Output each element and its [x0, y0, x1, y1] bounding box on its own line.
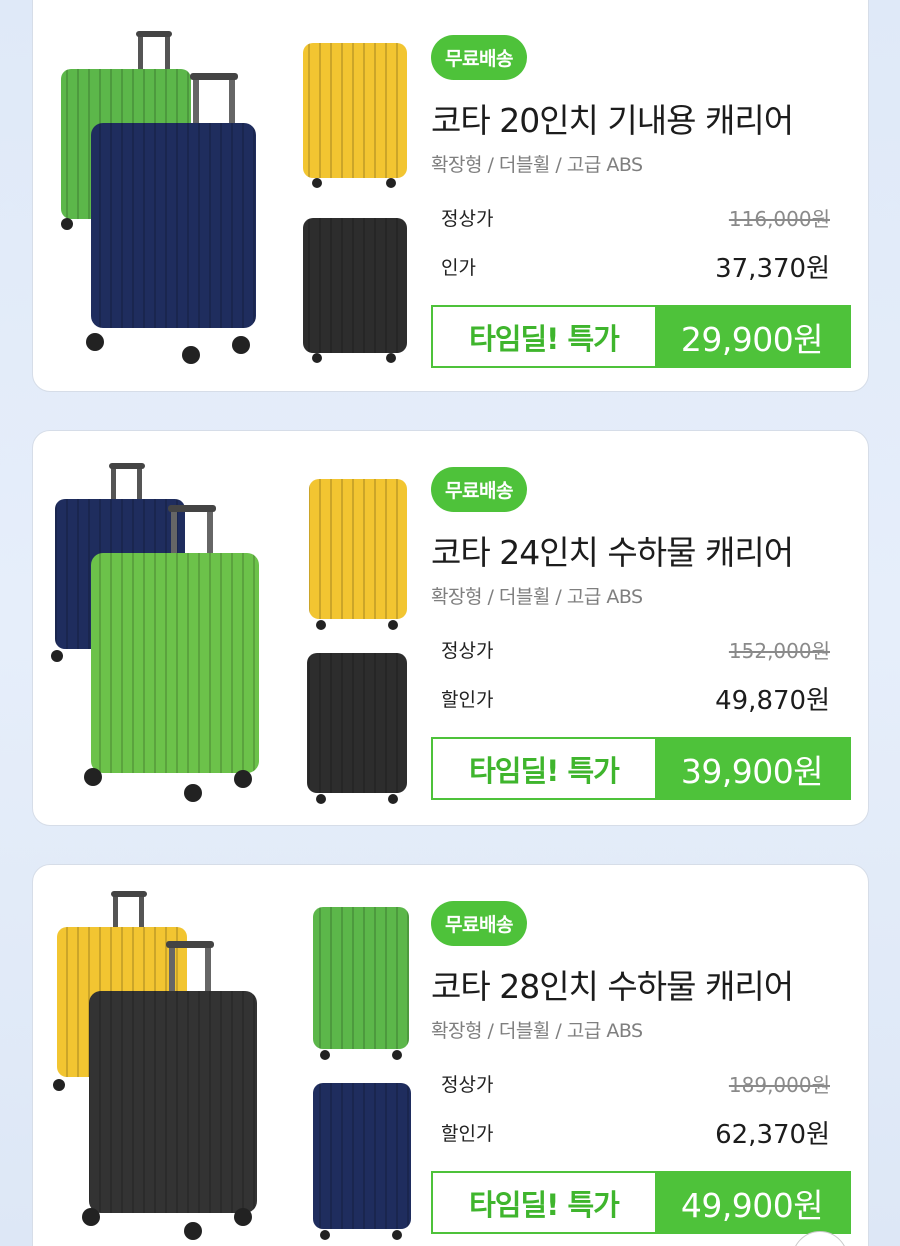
product-card[interactable]: 무료배송 코타 24인치 수하물 캐리어 확장형 / 더블휠 / 고급 ABS …: [32, 430, 869, 826]
product-image[interactable]: [33, 865, 423, 1246]
time-deal-price: 29,900원: [655, 307, 849, 366]
product-spec: 확장형 / 더블휠 / 고급 ABS: [431, 1020, 643, 1042]
product-image[interactable]: [33, 0, 423, 391]
free-shipping-badge: 무료배송: [431, 467, 527, 512]
regular-price-label: 정상가: [441, 640, 494, 662]
time-deal-button[interactable]: 타임딜! 특가 49,900원: [431, 1171, 851, 1234]
product-title[interactable]: 코타 28인치 수하물 캐리어: [431, 960, 848, 1008]
time-deal-price: 49,900원: [655, 1173, 849, 1232]
sale-price: 49,870원: [715, 686, 830, 716]
regular-price: 152,000원: [728, 639, 830, 663]
suitcase-illustration-icon: [61, 31, 407, 364]
time-deal-label: 타임딜! 특가: [433, 1173, 655, 1232]
product-title[interactable]: 코타 20인치 기내용 캐리어: [431, 94, 848, 142]
product-card[interactable]: 무료배송 코타 28인치 수하물 캐리어 확장형 / 더블휠 / 고급 ABS …: [32, 864, 869, 1246]
product-title[interactable]: 코타 24인치 수하물 캐리어: [431, 526, 848, 574]
time-deal-label: 타임딜! 특가: [433, 307, 655, 366]
product-spec: 확장형 / 더블휠 / 고급 ABS: [431, 586, 643, 608]
regular-price-row: 정상가 152,000원: [431, 635, 848, 664]
suitcase-illustration-icon: [51, 463, 407, 804]
sale-price-label: 할인가: [441, 689, 494, 711]
time-deal-label: 타임딜! 특가: [433, 739, 655, 798]
sale-price-row: 인가 37,370원: [431, 248, 848, 285]
product-spec: 확장형 / 더블휠 / 고급 ABS: [431, 154, 643, 176]
time-deal-button[interactable]: 타임딜! 특가 39,900원: [431, 737, 851, 800]
product-info: 무료배송 코타 20인치 기내용 캐리어 확장형 / 더블휠 / 고급 ABS …: [431, 35, 851, 368]
sale-price-label: 인가: [441, 257, 476, 279]
regular-price-label: 정상가: [441, 208, 494, 230]
regular-price: 189,000원: [728, 1073, 830, 1097]
product-info: 무료배송 코타 28인치 수하물 캐리어 확장형 / 더블휠 / 고급 ABS …: [431, 901, 851, 1234]
product-card[interactable]: 무료배송 코타 20인치 기내용 캐리어 확장형 / 더블휠 / 고급 ABS …: [32, 0, 869, 392]
regular-price-row: 정상가 189,000원: [431, 1069, 848, 1098]
regular-price-label: 정상가: [441, 1074, 494, 1096]
free-shipping-badge: 무료배송: [431, 35, 527, 80]
regular-price: 116,000원: [728, 207, 830, 231]
sale-price: 62,370원: [715, 1120, 830, 1150]
suitcase-illustration-icon: [53, 891, 411, 1240]
regular-price-row: 정상가 116,000원: [431, 203, 848, 232]
free-shipping-badge: 무료배송: [431, 901, 527, 946]
sale-price-label: 할인가: [441, 1123, 494, 1145]
sale-price-row: 할인가 49,870원: [431, 680, 848, 717]
sale-price-row: 할인가 62,370원: [431, 1114, 848, 1151]
product-info: 무료배송 코타 24인치 수하물 캐리어 확장형 / 더블휠 / 고급 ABS …: [431, 467, 851, 800]
sale-price: 37,370원: [715, 254, 830, 284]
product-image[interactable]: [33, 431, 423, 825]
time-deal-button[interactable]: 타임딜! 특가 29,900원: [431, 305, 851, 368]
time-deal-price: 39,900원: [655, 739, 849, 798]
